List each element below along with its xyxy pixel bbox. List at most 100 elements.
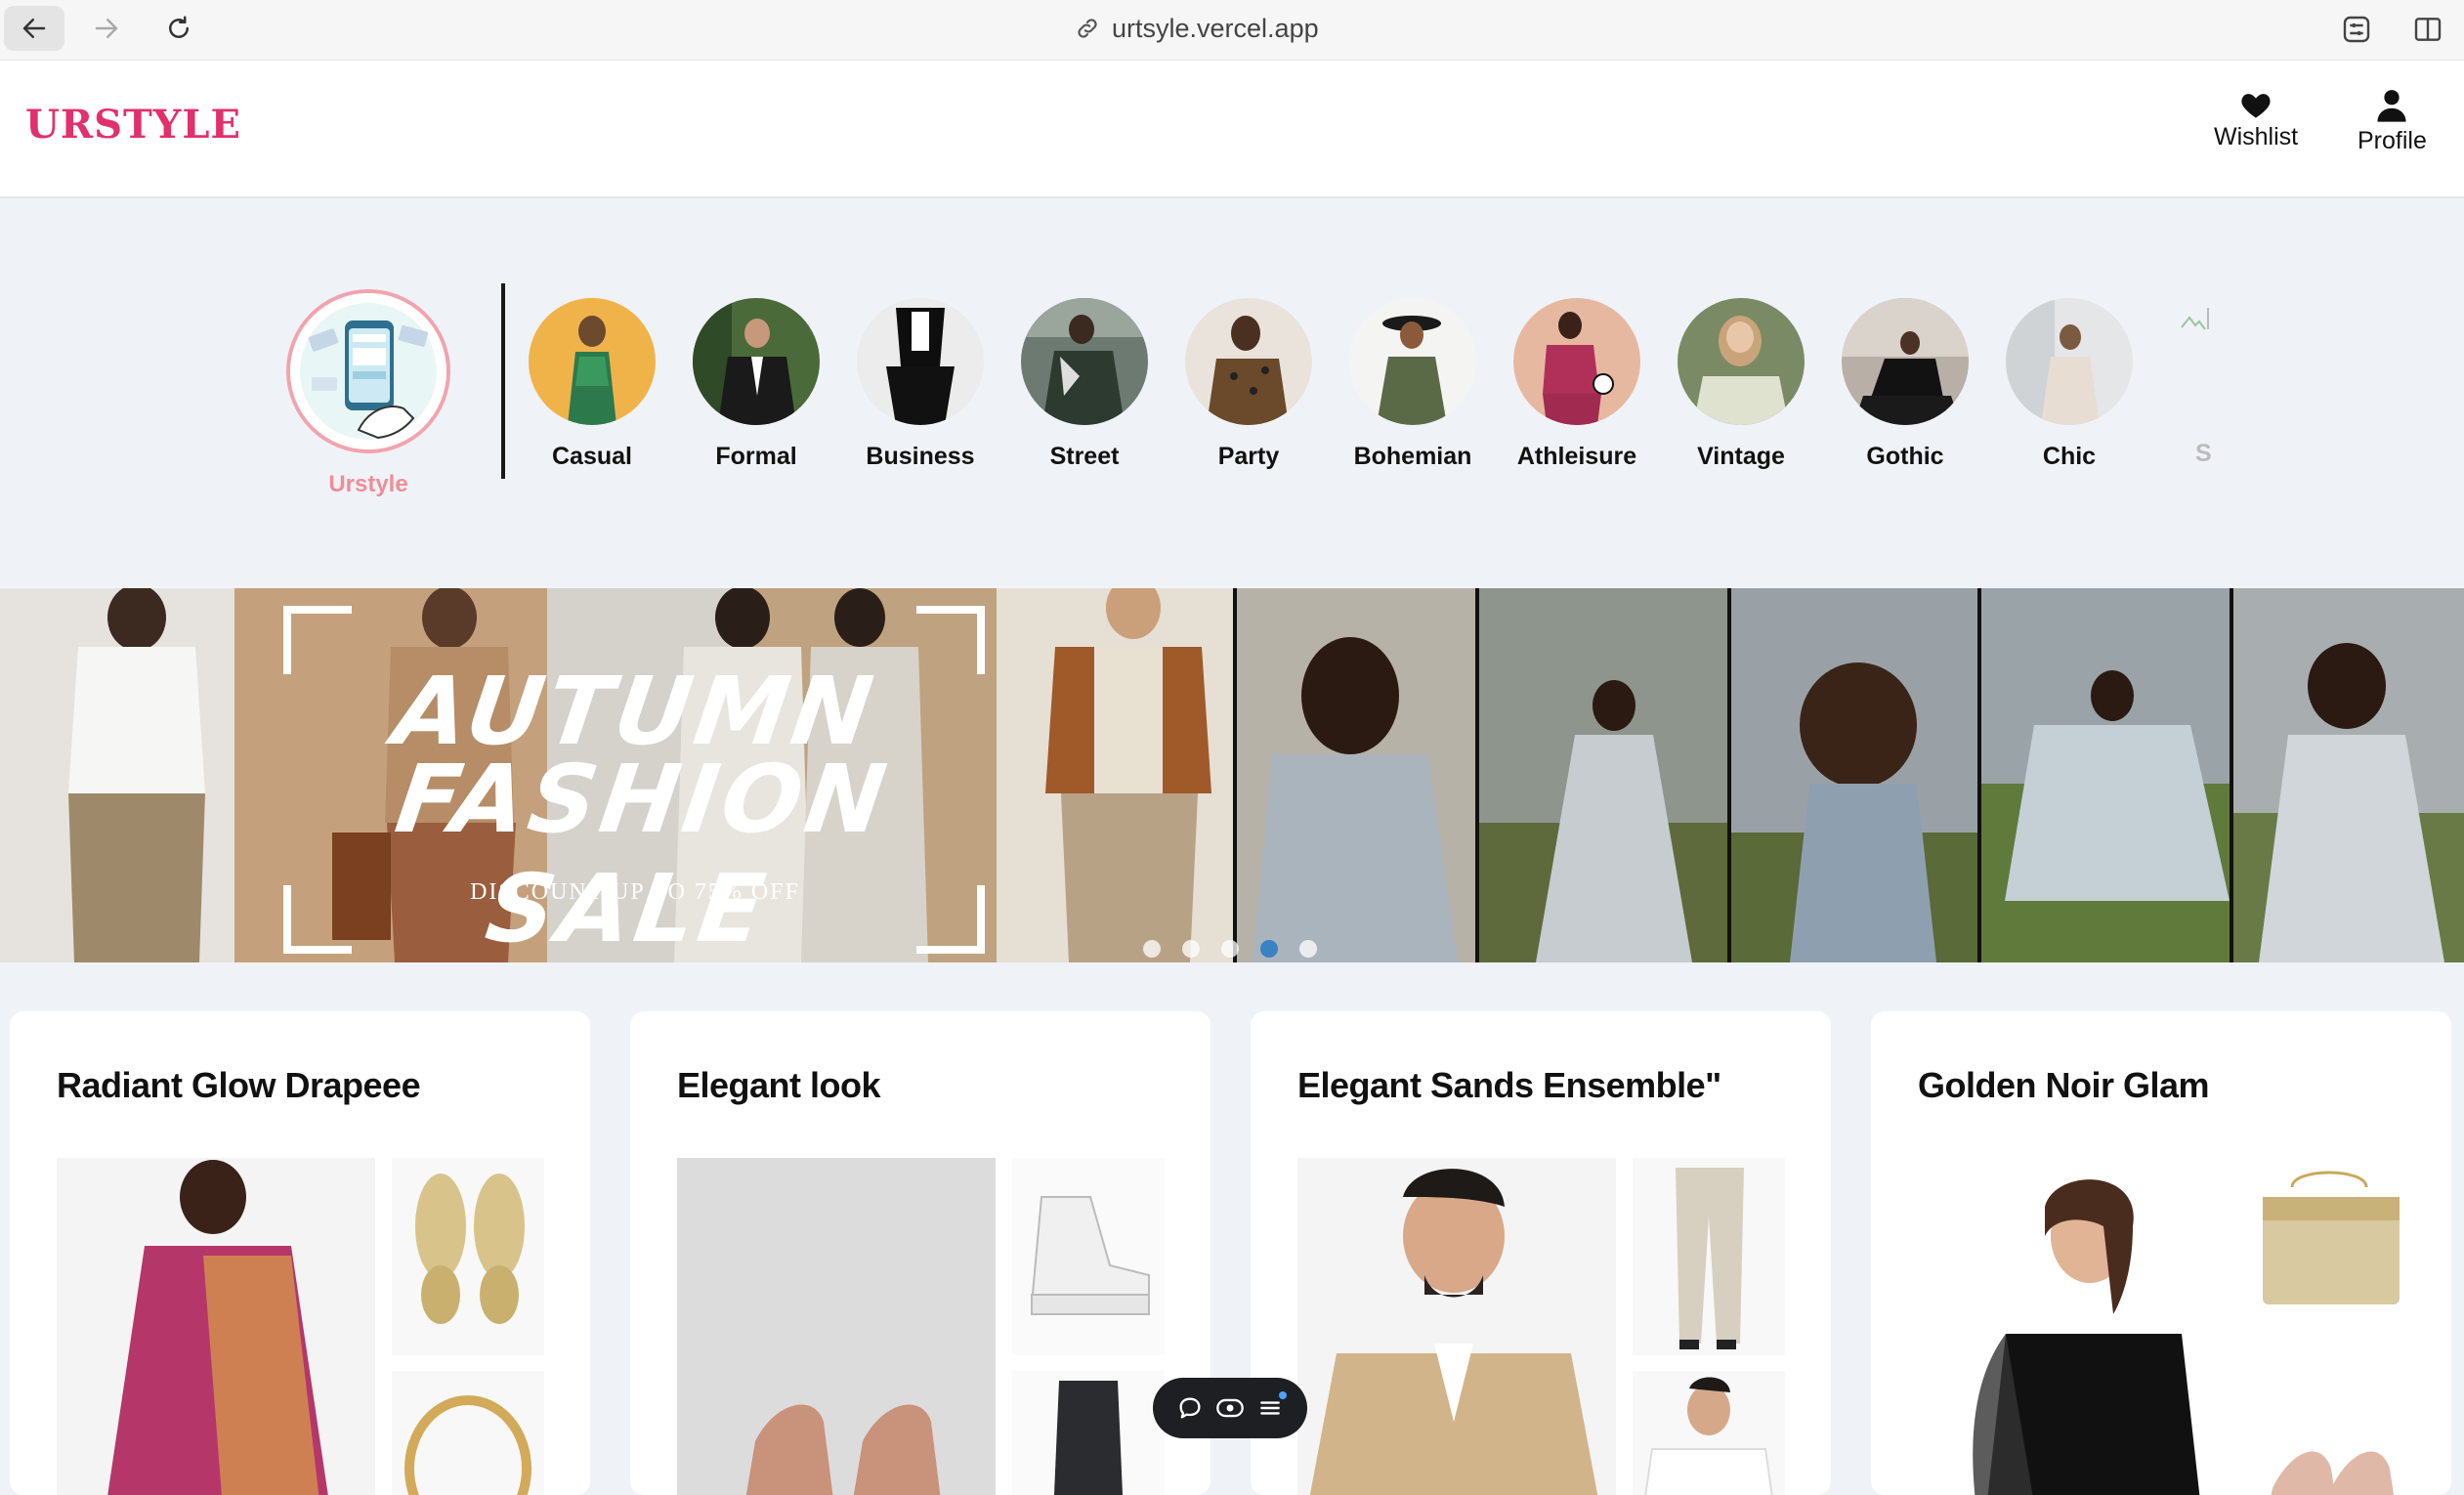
category-label: Chic (2042, 443, 2097, 470)
category-label: Athleisure (1516, 443, 1637, 470)
category-label: Gothic (1866, 443, 1944, 470)
sidebar-icon (2414, 18, 2442, 41)
preview-button[interactable] (1215, 1393, 1245, 1423)
brand-story-label: Urstyle (328, 471, 408, 497)
promo-banner-carousel[interactable]: AUTUMN FASHION SALE DISCOUNT UP TO 75% O… (0, 588, 2464, 962)
profile-label: Profile (2358, 127, 2427, 154)
category-street[interactable]: Street (1002, 298, 1167, 471)
browser-toolbar: urtsyle.vercel.app (0, 0, 2464, 61)
category-business-thumb (857, 298, 984, 425)
outfit-card-title: Elegant Sands Ensemble" (1297, 1065, 1721, 1105)
forward-button[interactable] (76, 6, 137, 51)
category-chic[interactable]: Chic (1987, 298, 2151, 471)
autumn-sale-slide: AUTUMN FASHION SALE DISCOUNT UP TO 75% O… (0, 588, 1233, 962)
category-gothic[interactable]: Gothic (1823, 298, 1987, 471)
category-bohemian-thumb (1349, 298, 1476, 425)
brand-story-circle[interactable] (286, 289, 450, 453)
outfit-main-image (677, 1158, 996, 1495)
carousel-dot[interactable] (1221, 940, 1239, 958)
category-business[interactable]: Business (838, 298, 1002, 471)
category-label: Formal (715, 443, 797, 470)
outfit-main-image (1297, 1158, 1616, 1495)
outfit-accessory-image (1012, 1158, 1165, 1355)
back-arrow-icon (22, 19, 46, 38)
forward-arrow-icon (95, 19, 118, 38)
banner-headline-line2: FASHION SALE (389, 745, 897, 962)
extensions-icon (2343, 16, 2370, 43)
film-strip-photo (1233, 588, 2464, 962)
menu-button[interactable] (1255, 1391, 1287, 1423)
carousel-dot-active[interactable] (1260, 940, 1278, 958)
outfit-card-title: Radiant Glow Drapeee (57, 1065, 421, 1105)
category-casual[interactable]: Casual (510, 298, 674, 471)
payment-phone-illustration (290, 293, 446, 449)
category-formal-thumb (693, 298, 820, 425)
category-chic-thumb (2006, 298, 2133, 425)
category-vintage[interactable]: Vintage (1659, 298, 1823, 471)
outfit-accessory-image (392, 1158, 544, 1355)
carousel-dot[interactable] (1299, 940, 1317, 958)
outfit-accessory-image (2253, 1371, 2405, 1495)
frame-corner (283, 606, 352, 674)
outfit-card-title: Elegant look (677, 1065, 881, 1105)
chat-bubble-icon (1179, 1397, 1201, 1419)
outfit-accessory-image (2253, 1158, 2405, 1355)
site-logo[interactable]: URSTYLE (25, 102, 241, 148)
outfit-card[interactable]: Radiant Glow Drapeee (10, 1011, 590, 1495)
outfit-card-title: Golden Noir Glam (1918, 1065, 2210, 1105)
category-label: Bohemian (1353, 443, 1472, 470)
heart-icon (2241, 94, 2271, 118)
site-header: URSTYLE Wishlist Profile (0, 61, 2464, 198)
wishlist-link[interactable]: Wishlist (2214, 90, 2298, 151)
outfit-accessory-image (1012, 1371, 1165, 1495)
profile-link[interactable]: Profile (2358, 88, 2427, 155)
category-athleisure-thumb (1513, 298, 1640, 425)
user-icon (2377, 90, 2406, 122)
category-bohemian[interactable]: Bohemian (1331, 298, 1495, 471)
broken-image-icon (2181, 308, 2209, 330)
reload-button[interactable] (149, 6, 209, 51)
category-athleisure[interactable]: Athleisure (1495, 298, 1659, 471)
category-party[interactable]: Party (1167, 298, 1331, 471)
address-bar[interactable]: urtsyle.vercel.app (1075, 12, 1319, 45)
outfit-main-image (1918, 1158, 2236, 1495)
category-label: Party (1217, 443, 1280, 470)
outfit-card[interactable]: Golden Noir Glam (1871, 1011, 2451, 1495)
category-label: Vintage (1697, 443, 1785, 470)
floating-toolbar (1153, 1378, 1307, 1438)
reload-icon (169, 16, 189, 38)
category-party-thumb (1185, 298, 1312, 425)
outfit-accessory-image (392, 1371, 544, 1495)
menu-lines-icon (1259, 1401, 1280, 1415)
outfit-card[interactable]: Elegant Sands Ensemble" (1251, 1011, 1831, 1495)
link-icon (1078, 19, 1097, 38)
category-vintage-thumb (1678, 298, 1805, 425)
category-partial[interactable]: Sp (2174, 298, 2213, 493)
category-label: Street (1049, 443, 1120, 470)
category-label: Sp (2195, 440, 2213, 467)
film-strip-slide (1233, 588, 2464, 962)
category-label: Business (866, 443, 975, 470)
category-label: Casual (552, 443, 632, 470)
carousel-indicators (1143, 940, 1317, 958)
carousel-dot[interactable] (1182, 940, 1200, 958)
category-formal[interactable]: Formal (674, 298, 838, 471)
category-casual-thumb (529, 298, 656, 425)
category-gothic-thumb (1842, 298, 1969, 425)
category-street-thumb (1021, 298, 1148, 425)
comment-button[interactable] (1175, 1393, 1205, 1423)
banner-subtitle: DISCOUNT UP TO 75% OFF (470, 879, 800, 905)
category-divider (501, 283, 505, 479)
wishlist-label: Wishlist (2214, 123, 2299, 150)
extensions-button[interactable] (2337, 10, 2376, 49)
outfit-main-image (57, 1158, 375, 1495)
eye-icon (1216, 1398, 1244, 1418)
outfit-accessory-image (1633, 1371, 1785, 1495)
outfit-accessory-image (1633, 1158, 1785, 1355)
back-button[interactable] (4, 6, 64, 51)
carousel-dot[interactable] (1143, 940, 1161, 958)
sidebar-toggle-button[interactable] (2408, 10, 2447, 49)
url-text: urtsyle.vercel.app (1112, 13, 1319, 43)
outfit-card[interactable]: Elegant look (630, 1011, 1211, 1495)
notification-dot (1278, 1391, 1287, 1399)
